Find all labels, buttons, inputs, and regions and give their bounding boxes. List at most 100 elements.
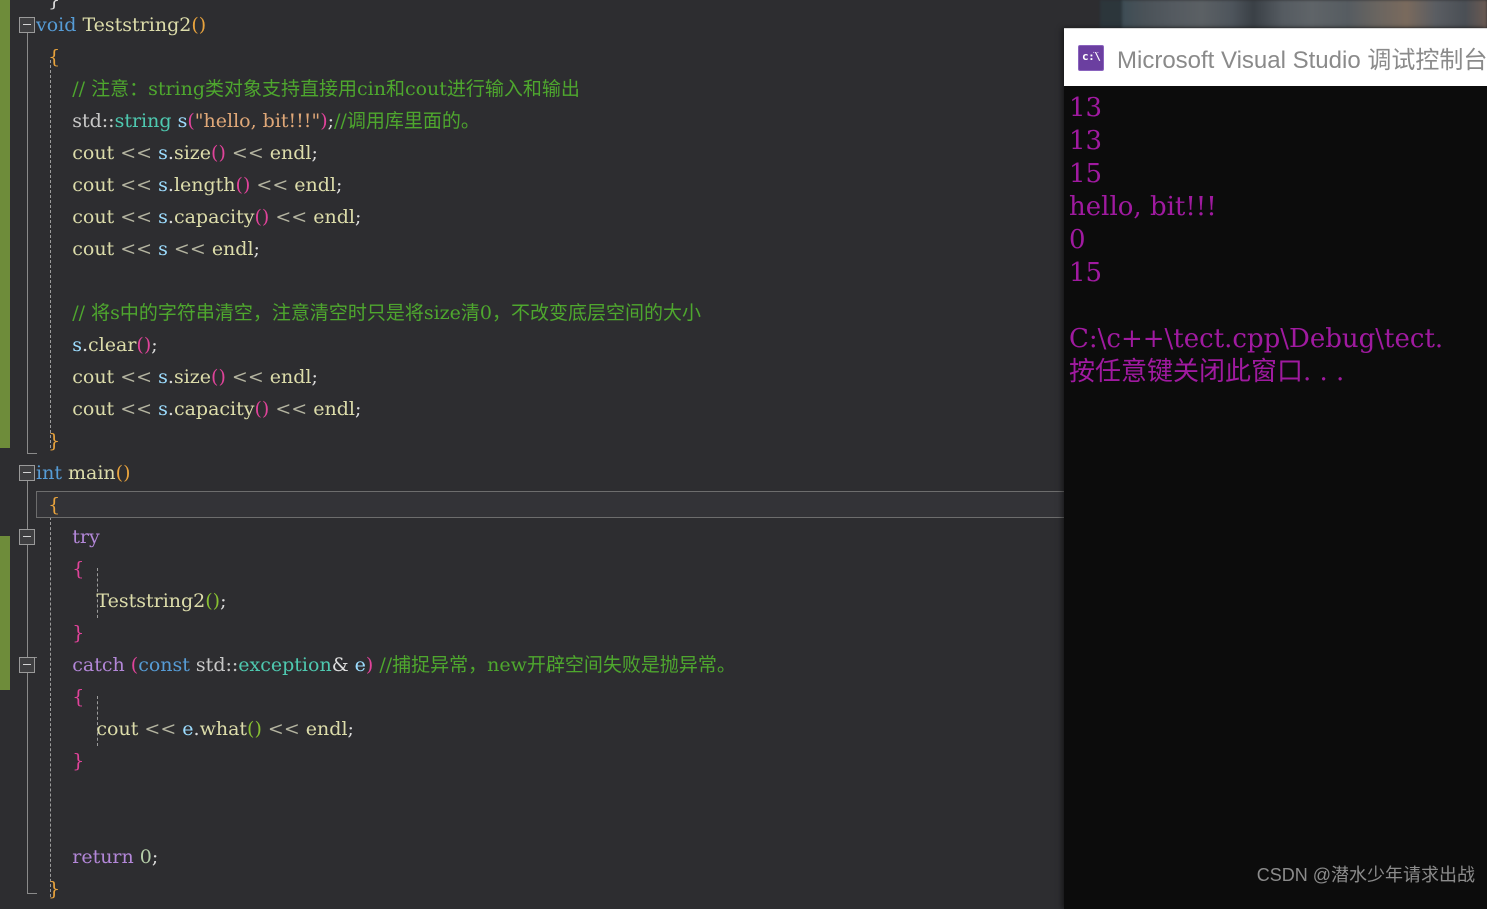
code-token: endl: [270, 137, 312, 169]
csdn-watermark: CSDN @潜水少年请求出战: [1257, 861, 1475, 887]
code-token: size: [174, 137, 211, 169]
code-token: return: [36, 841, 134, 873]
code-token: cout: [36, 201, 114, 233]
code-line[interactable]: s.clear();: [0, 329, 1068, 361]
console-output-line: 按任意键关闭此窗口. . .: [1065, 356, 1487, 389]
code-token: ;: [220, 585, 226, 617]
code-line[interactable]: {: [0, 681, 1068, 713]
code-editor-pane[interactable]: }void Teststring2() { // 注意：string类对象支持直…: [0, 0, 1068, 909]
code-token: {: [36, 489, 60, 521]
code-token: ): [366, 649, 373, 681]
code-line[interactable]: int main(): [0, 457, 1068, 489]
code-token: <<: [114, 201, 158, 233]
code-token: (): [116, 457, 131, 489]
code-line[interactable]: cout << s.size() << endl;: [0, 137, 1068, 169]
code-token: void: [36, 9, 76, 41]
code-token: <<: [114, 233, 158, 265]
code-token: <<: [269, 201, 313, 233]
code-line[interactable]: cout << s << endl;: [0, 233, 1068, 265]
code-token: s: [158, 393, 168, 425]
code-token: s: [158, 233, 168, 265]
code-token: //调用库里面的。: [334, 105, 480, 137]
code-token: clear: [88, 329, 136, 361]
console-output-line: 15: [1065, 158, 1487, 191]
console-icon-dots: ..: [1092, 48, 1100, 55]
code-line[interactable]: cout << e.what() << endl;: [0, 713, 1068, 745]
code-line[interactable]: {: [0, 553, 1068, 585]
code-token: std::: [190, 649, 238, 681]
code-line[interactable]: [0, 809, 1068, 841]
code-token: (): [247, 713, 262, 745]
code-token: std::: [36, 105, 115, 137]
code-token: {: [36, 681, 84, 713]
code-token: capacity: [174, 393, 255, 425]
code-token: <<: [226, 137, 270, 169]
code-token: cout: [36, 137, 114, 169]
code-token: e: [182, 713, 193, 745]
code-line[interactable]: void Teststring2(): [0, 9, 1068, 41]
code-line[interactable]: std::string s("hello, bit!!!");//调用库里面的。: [0, 105, 1068, 137]
code-token: size: [174, 361, 211, 393]
code-token: }: [36, 617, 84, 649]
code-line[interactable]: try: [0, 521, 1068, 553]
code-line[interactable]: return 0;: [0, 841, 1068, 873]
code-token: (): [211, 137, 226, 169]
console-output-area[interactable]: 131315hello, bit!!!015 C:\c++\tect.cpp\D…: [1064, 86, 1487, 909]
code-token: }: [36, 745, 84, 777]
code-token: <<: [114, 169, 158, 201]
code-line[interactable]: {: [0, 41, 1068, 73]
code-token: cout: [36, 393, 114, 425]
code-line[interactable]: }: [0, 745, 1068, 777]
code-line[interactable]: cout << s.length() << endl;: [0, 169, 1068, 201]
code-line[interactable]: cout << s.capacity() << endl;: [0, 393, 1068, 425]
code-token: exception: [238, 649, 331, 681]
code-line[interactable]: // 注意：string类对象支持直接用cin和cout进行输入和输出: [0, 73, 1068, 105]
code-line[interactable]: Teststring2();: [0, 585, 1068, 617]
code-line[interactable]: catch (const std::exception& e) //捕捉异常，n…: [0, 649, 1068, 681]
code-token: <<: [269, 393, 313, 425]
code-token: (: [187, 105, 194, 137]
code-token: <<: [114, 393, 158, 425]
code-token: // 注意：string类对象支持直接用cin和cout进行输入和输出: [36, 73, 580, 105]
code-line[interactable]: cout << s.size() << endl;: [0, 361, 1068, 393]
code-line[interactable]: }: [0, 617, 1068, 649]
code-token: int: [36, 457, 62, 489]
console-title-text: Microsoft Visual Studio 调试控制台: [1117, 40, 1487, 75]
console-title-bar[interactable]: c:\ .. Microsoft Visual Studio 调试控制台: [1064, 28, 1487, 86]
code-line[interactable]: }: [0, 425, 1068, 457]
code-token: ): [320, 105, 327, 137]
code-token: <<: [250, 169, 294, 201]
code-token: const: [138, 649, 190, 681]
code-line[interactable]: cout << s.capacity() << endl;: [0, 201, 1068, 233]
debug-console-window[interactable]: c:\ .. Microsoft Visual Studio 调试控制台 131…: [1064, 28, 1487, 909]
code-token: endl: [270, 361, 312, 393]
code-token: ;: [254, 233, 260, 265]
code-token: endl: [294, 169, 336, 201]
code-line[interactable]: [0, 777, 1068, 809]
code-token: e: [355, 649, 366, 681]
code-token: <<: [114, 137, 158, 169]
code-token: ;: [151, 329, 157, 361]
code-line[interactable]: // 将s中的字符串清空，注意清空时只是将size清0，不改变底层空间的大小: [0, 297, 1068, 329]
code-line[interactable]: [0, 265, 1068, 297]
code-token: length: [174, 169, 236, 201]
code-token: }: [36, 425, 60, 457]
code-token: endl: [313, 393, 355, 425]
code-token: }: [36, 873, 60, 905]
code-token: Teststring2: [76, 9, 191, 41]
code-token: string: [115, 105, 172, 137]
code-token: s: [158, 169, 168, 201]
code-token: <<: [114, 361, 158, 393]
console-output-line: C:\c++\tect.cpp\Debug\tect.: [1065, 323, 1487, 356]
code-token: s: [36, 329, 82, 361]
code-token: (): [254, 393, 269, 425]
code-token: (): [136, 329, 151, 361]
code-token: {: [36, 41, 60, 73]
code-token: // 将s中的字符串清空，注意清空时只是将size清0，不改变底层空间的大小: [36, 297, 701, 329]
code-token: &: [332, 649, 355, 681]
code-line[interactable]: {: [0, 489, 1068, 521]
code-token: ;: [152, 841, 158, 873]
code-token: s: [158, 137, 168, 169]
code-line[interactable]: }: [0, 873, 1068, 905]
code-token: ;: [312, 361, 318, 393]
